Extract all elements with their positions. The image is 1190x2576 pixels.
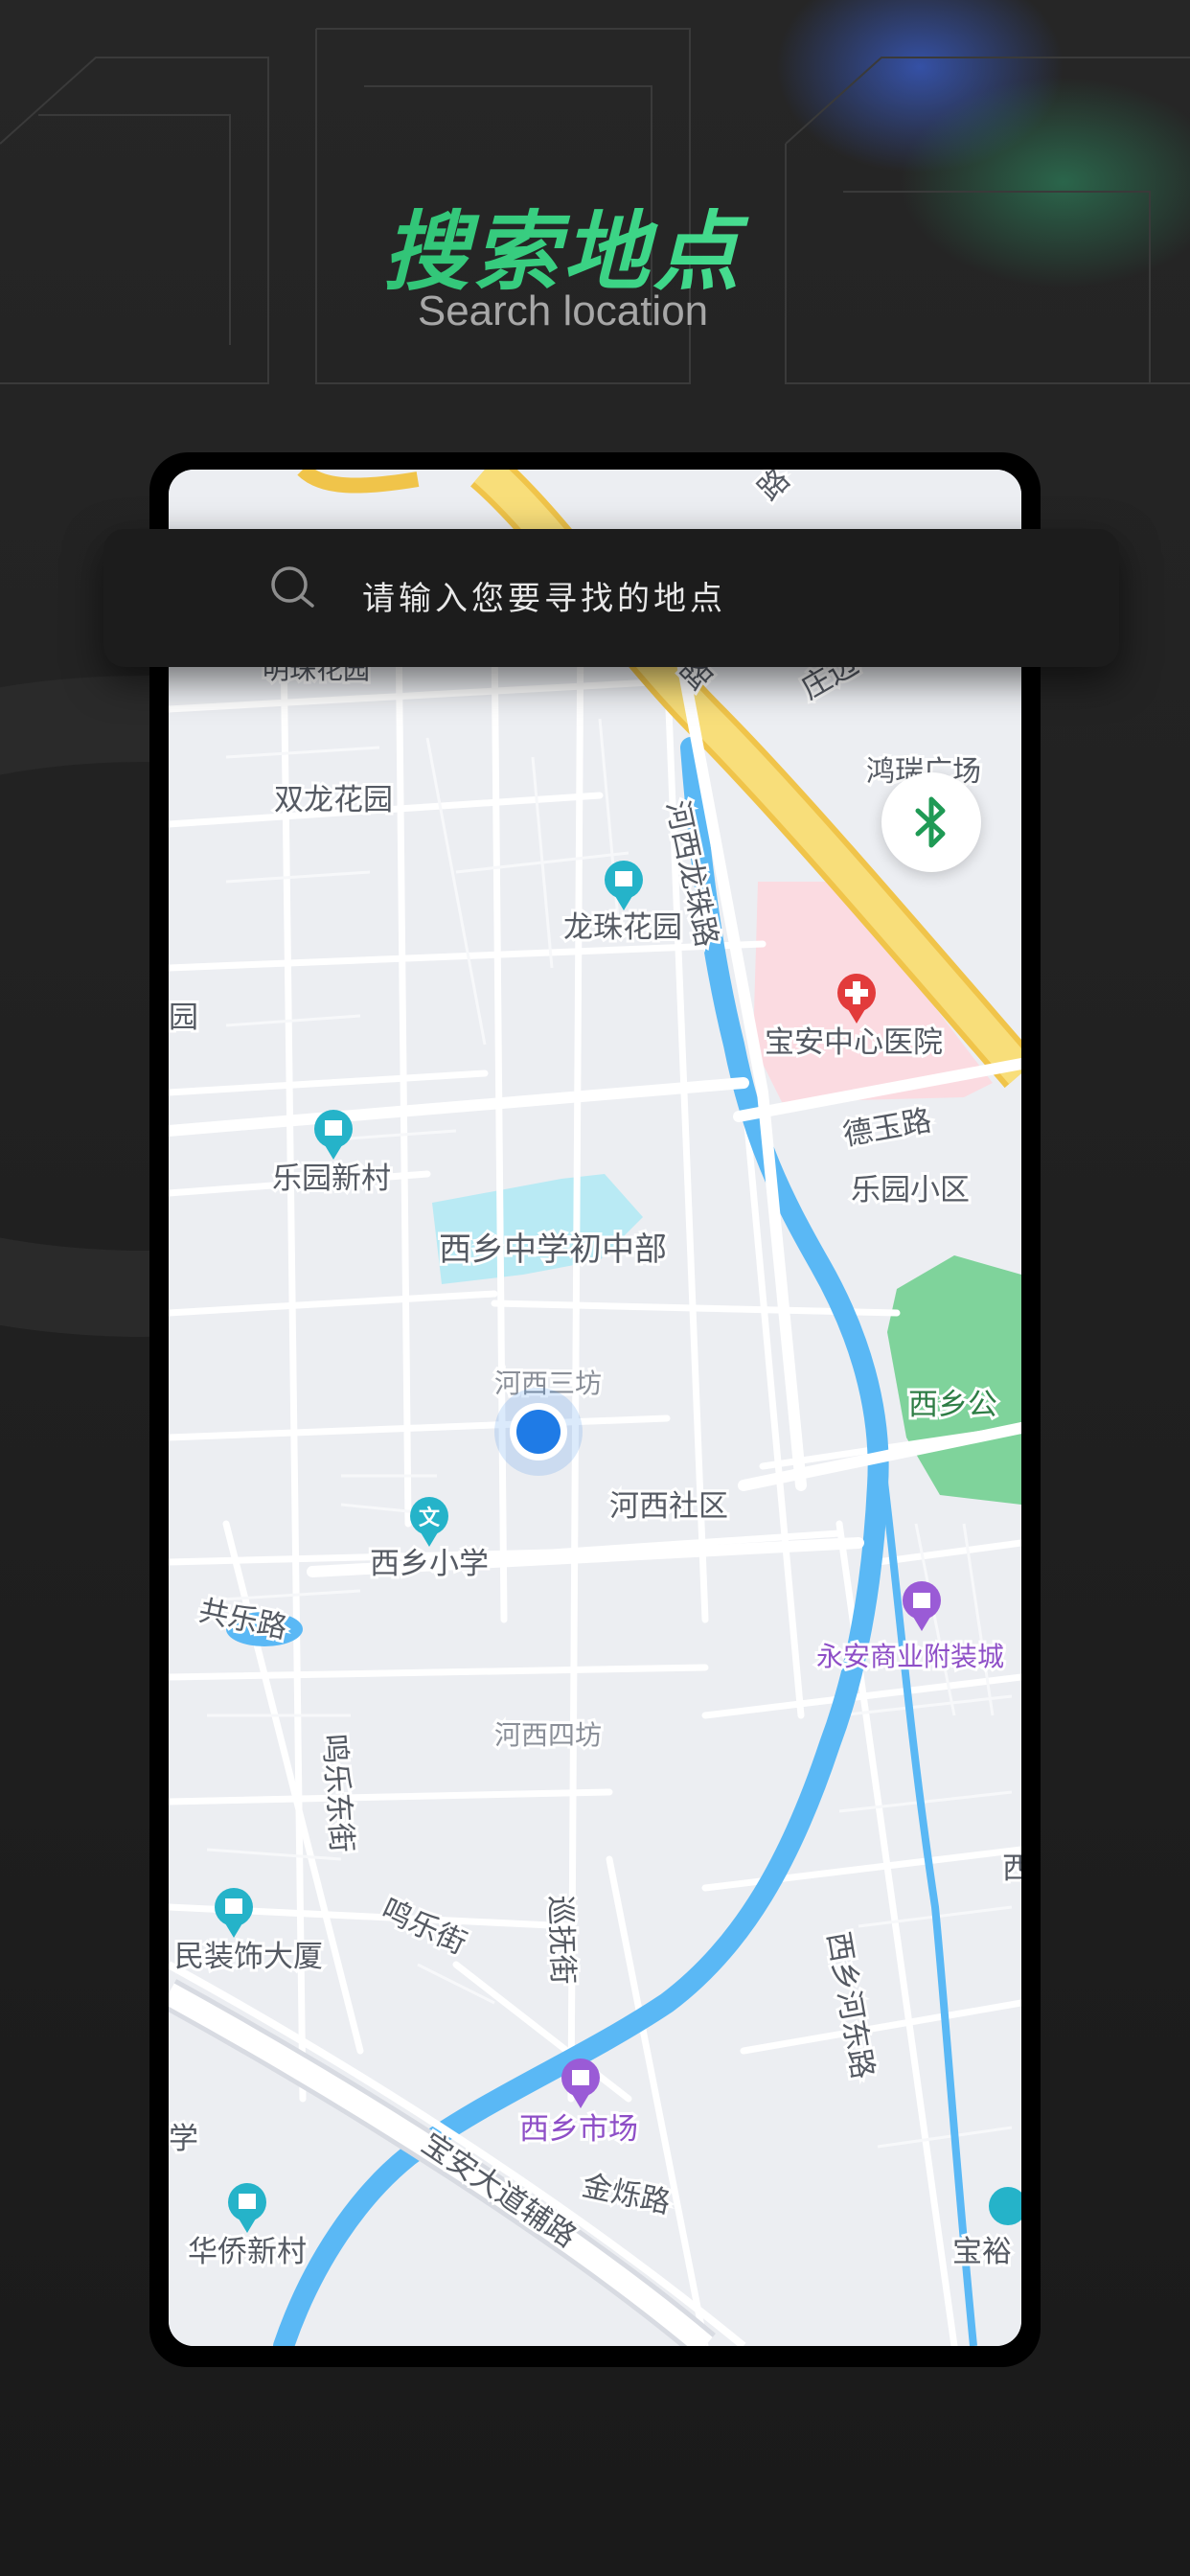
map-label: 西乡公: [908, 1388, 997, 1422]
map-label: 河西四坊: [494, 1719, 602, 1751]
map-label: 宝安中心医院: [765, 1025, 943, 1060]
map-label: 学: [169, 2122, 198, 2156]
svg-text:文: 文: [419, 1506, 441, 1530]
map-label: 西: [1002, 1852, 1021, 1886]
search-input[interactable]: [360, 564, 1035, 634]
map-label: 龙珠花园: [563, 910, 682, 945]
search-bar[interactable]: [103, 529, 1119, 667]
map-label: 宝裕: [952, 2235, 1012, 2269]
map-label: 巡抚街: [542, 1895, 580, 1985]
page-subtitle: Search location: [417, 288, 709, 334]
bluetooth-button[interactable]: [881, 772, 981, 872]
map-label: 民装饰大厦: [174, 1940, 323, 1974]
map-label: 西乡市场: [519, 2112, 638, 2147]
map-view[interactable]: 文 明珠花园 双龙花园 龙珠花园 宝安中心医院 乐园小区 乐园新村 西乡中学初中…: [169, 470, 1021, 2346]
map-label: 华侨新村: [188, 2235, 307, 2269]
map-label: 乐园小区: [851, 1173, 970, 1208]
location-dot-icon[interactable]: [494, 1388, 583, 1476]
map-label: 园: [169, 1000, 198, 1035]
map-label: 河西社区: [609, 1489, 728, 1524]
map-screen[interactable]: 文 明珠花园 双龙花园 龙珠花园 宝安中心医院 乐园小区 乐园新村 西乡中学初中…: [169, 470, 1021, 2346]
map-label: 西乡小学: [370, 1547, 489, 1581]
map-label: 永安商业附装城: [816, 1641, 1004, 1672]
map-label: 双龙花园: [274, 783, 393, 817]
map-label: 乐园新村: [272, 1162, 391, 1196]
search-icon: [271, 566, 314, 608]
map-label: 西乡中学初中部: [439, 1230, 667, 1269]
bluetooth-icon: [915, 796, 946, 848]
